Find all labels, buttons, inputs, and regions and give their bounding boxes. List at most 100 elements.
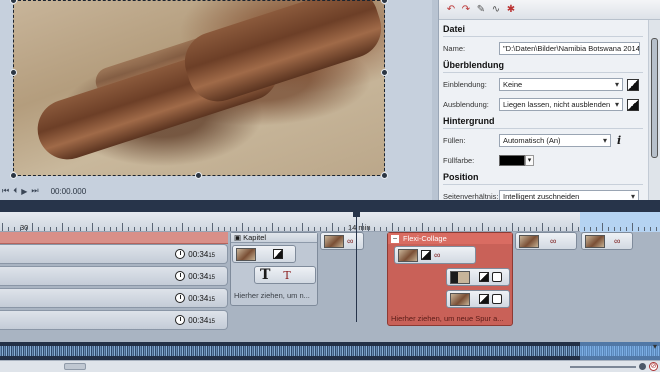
text-icon[interactable]: T <box>260 267 270 283</box>
collage-subtrack-object[interactable] <box>446 268 510 286</box>
text-frame-icon[interactable] <box>492 272 502 282</box>
clip-object[interactable]: ∞ <box>320 232 364 250</box>
resize-handle-bl[interactable] <box>10 172 17 179</box>
pen-icon[interactable]: ✎ <box>475 4 487 16</box>
undo-icon[interactable]: ↶ <box>445 4 457 16</box>
ruler-tick <box>482 223 483 231</box>
ruler-tick <box>194 227 195 231</box>
zoom-slider-knob[interactable] <box>639 363 646 370</box>
ruler-tick <box>434 227 435 231</box>
name-row: Name: "D:\Daten\Bilder\Namibia Botswana … <box>443 40 643 57</box>
resize-handle-mr[interactable] <box>381 69 388 76</box>
text-frame-icon[interactable] <box>492 294 502 304</box>
ruler-tick <box>254 227 255 231</box>
ruler-tick <box>326 227 327 231</box>
collage-subtrack-object[interactable] <box>446 290 510 308</box>
playhead[interactable] <box>356 212 357 322</box>
resize-handle-bm[interactable] <box>195 172 202 179</box>
zoom-reset-icon[interactable]: ⊘ <box>649 362 658 371</box>
play-icon[interactable]: ▶ <box>21 187 27 196</box>
fade-in-preview-icon[interactable] <box>627 78 639 91</box>
resize-handle-br[interactable] <box>381 172 388 179</box>
chapter-image-object[interactable] <box>232 245 296 263</box>
photo-thumbnail <box>398 248 418 262</box>
clip-object[interactable]: ∞ <box>581 232 633 250</box>
timeline-scroll-thumb[interactable] <box>64 363 86 370</box>
panel-scrollbar[interactable] <box>648 20 660 200</box>
fade-out-preview-icon[interactable] <box>627 98 639 111</box>
playhead-marker[interactable] <box>353 212 360 217</box>
fillcolor-dropdown-icon[interactable]: ▾ <box>525 155 534 166</box>
ruler-tick <box>464 227 465 231</box>
flexi-collage-block[interactable]: Flexi-Collage ∞ Hierher ziehen, um neue … <box>387 232 513 326</box>
fade-out-select[interactable]: Liegen lassen, nicht ausblenden <box>499 98 623 111</box>
ruler-tick <box>560 227 561 231</box>
ruler-tick <box>596 227 597 231</box>
ruler-tick <box>500 227 501 231</box>
ruler-tick <box>50 227 51 231</box>
fillcolor-swatch[interactable] <box>499 155 525 166</box>
ruler-tick <box>308 227 309 231</box>
track-clip[interactable]: 00:3415 <box>0 266 228 286</box>
link-icon[interactable]: ∞ <box>614 236 624 246</box>
ruler-tick <box>74 227 75 231</box>
ruler-tick <box>620 227 621 231</box>
ruler-tick <box>152 223 153 231</box>
audio-waveform[interactable] <box>0 342 660 360</box>
info-icon[interactable]: i <box>617 134 621 147</box>
clock-icon <box>175 249 186 259</box>
fillcolor-label: Füllfarbe: <box>443 156 475 165</box>
image-effect-icon[interactable] <box>421 250 431 260</box>
track-clip[interactable]: 00:3415 <box>0 244 228 264</box>
ruler-tick <box>530 227 531 231</box>
ruler-tick <box>170 227 171 231</box>
ruler-tick <box>398 227 399 231</box>
image-effect-icon[interactable] <box>273 249 283 259</box>
timeline-divider[interactable] <box>0 200 660 212</box>
text-effect-icon[interactable]: T <box>283 269 290 282</box>
name-field[interactable]: "D:\Daten\Bilder\Namibia Botswana 2014 <box>499 42 640 55</box>
step-back-icon[interactable]: ⏴ <box>13 186 17 196</box>
ruler-tick <box>278 227 279 231</box>
skip-end-icon[interactable]: ⏭ <box>31 186 38 196</box>
ruler-tick <box>572 223 573 231</box>
collage-object[interactable]: ∞ <box>394 246 476 264</box>
panel-scroll-thumb[interactable] <box>651 38 658 158</box>
track-clip[interactable]: 00:3415 <box>0 310 228 330</box>
fillcolor-row: Füllfarbe: ▾ <box>443 152 643 169</box>
track-clip[interactable]: 00:3415 <box>0 288 228 308</box>
ruler-tick <box>296 227 297 231</box>
ruler-tick <box>554 227 555 231</box>
timeline-ruler[interactable]: 30 14 min <box>0 212 660 232</box>
ruler-tick <box>506 227 507 231</box>
ruler-tick <box>26 227 27 231</box>
resize-handle-ml[interactable] <box>10 69 17 76</box>
ruler-tick <box>104 227 105 231</box>
zoom-slider[interactable] <box>570 365 636 368</box>
skip-start-icon[interactable]: ⏮ <box>2 186 9 196</box>
waveform <box>0 346 660 356</box>
fill-select[interactable]: Automatisch (An) <box>499 134 611 147</box>
chapter-block[interactable]: ▣ Kapitel T T Hierher ziehen, um n... <box>230 232 318 306</box>
ruler-tick <box>590 227 591 231</box>
ruler-tick <box>416 227 417 231</box>
ruler-tick <box>566 227 567 231</box>
timeline-scrollbar[interactable] <box>0 360 660 372</box>
fade-in-select[interactable]: Keine <box>499 78 623 91</box>
link-icon[interactable]: ∞ <box>550 236 560 246</box>
resize-handle-tr[interactable] <box>381 0 388 4</box>
effects-icon[interactable]: ✱ <box>505 4 517 16</box>
clip-object[interactable]: ∞ <box>515 232 577 250</box>
redo-icon[interactable]: ↷ <box>460 4 472 16</box>
curve-icon[interactable]: ∿ <box>490 4 502 16</box>
link-icon[interactable]: ∞ <box>434 250 444 260</box>
image-effect-icon[interactable] <box>479 294 489 304</box>
image-effect-icon[interactable] <box>479 272 489 282</box>
ruler-tick <box>2 223 3 231</box>
fade-out-label: Ausblendung: <box>443 100 489 109</box>
preview-area: ⏮ ⏴ ▶ ⏭ 00:00.000 <box>0 0 432 200</box>
photo-thumbnail <box>324 234 344 248</box>
clip-duration: 00:3415 <box>188 249 215 259</box>
chapter-title-object[interactable]: T T <box>254 266 316 284</box>
flexi-collage-title: Flexi-Collage <box>388 233 512 244</box>
